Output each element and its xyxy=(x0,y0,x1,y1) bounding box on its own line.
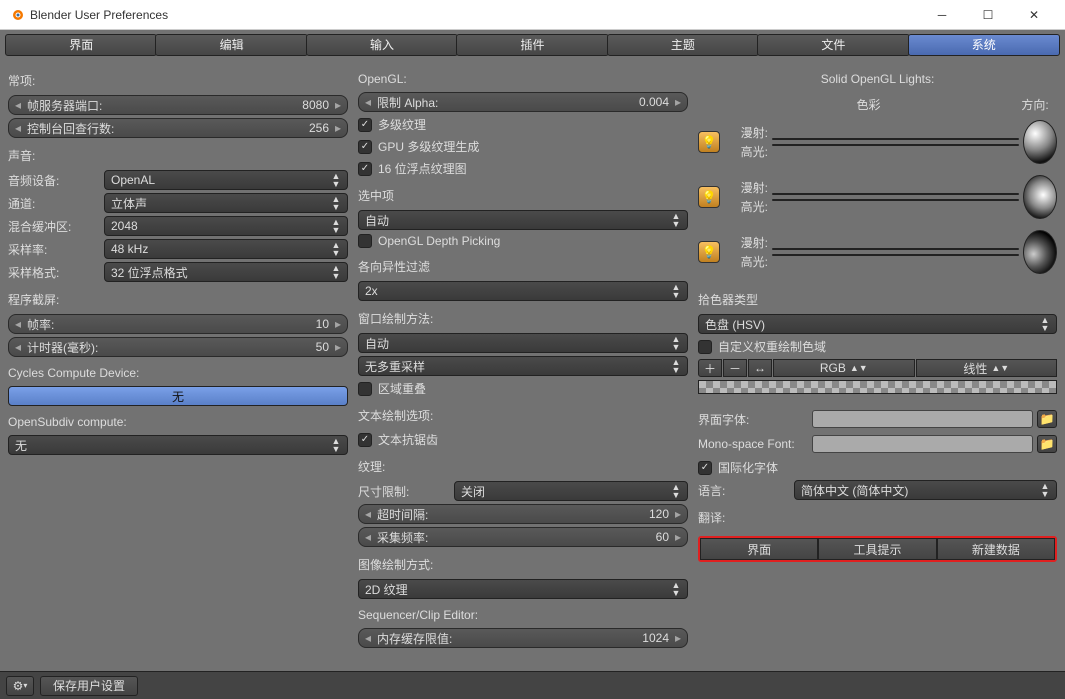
sample-format-dropdown[interactable]: 32 位浮点格式▲▼ xyxy=(104,262,348,282)
mipmaps-checkbox[interactable]: 多级纹理 xyxy=(358,115,688,134)
translate-heading: 翻译: xyxy=(698,503,1057,529)
light3-specular[interactable] xyxy=(772,254,1019,256)
remove-color-button[interactable]: － xyxy=(723,359,747,377)
cycles-device-button[interactable]: 无 xyxy=(8,386,348,406)
color-picker-heading: 拾色器类型 xyxy=(698,285,1057,311)
opensubdiv-heading: OpenSubdiv compute: xyxy=(8,409,348,432)
frame-server-port[interactable]: ◂帧服务器端口:8080▸ xyxy=(8,95,348,115)
lights-heading: Solid OpenGL Lights: xyxy=(698,66,1057,89)
colorspace-linear[interactable]: 线性 ▲▼ xyxy=(916,359,1058,377)
opensubdiv-dropdown[interactable]: 无▲▼ xyxy=(8,435,348,455)
minimize-button[interactable]: ─ xyxy=(919,0,965,30)
light2-diffuse[interactable] xyxy=(772,193,1019,195)
opengl-heading: OpenGL: xyxy=(358,66,688,89)
region-overlap-checkbox[interactable]: 区域重叠 xyxy=(358,379,688,398)
translate-newdata[interactable]: 新建数据 xyxy=(937,538,1055,560)
light-3: 💡 漫射:高光: xyxy=(698,230,1057,274)
tab-input[interactable]: 输入 xyxy=(306,34,458,56)
textures-heading: 纹理: xyxy=(358,452,688,478)
image-draw-heading: 图像绘制方式: xyxy=(358,550,688,576)
tab-interface[interactable]: 界面 xyxy=(5,34,157,56)
memory-cache-limit[interactable]: ◂内存缓存限值:1024▸ xyxy=(358,628,688,648)
sound-heading: 声音: xyxy=(8,141,348,167)
blender-icon xyxy=(8,7,24,23)
light-2: 💡 漫射:高光: xyxy=(698,175,1057,219)
window-titlebar: Blender User Preferences ─ ☐ ✕ xyxy=(0,0,1065,30)
selection-heading: 选中项 xyxy=(358,181,688,207)
language-dropdown[interactable]: 简体中文 (简体中文)▲▼ xyxy=(794,480,1057,500)
window-title: Blender User Preferences xyxy=(30,8,919,22)
screencast-heading: 程序截屏: xyxy=(8,285,348,311)
tab-system[interactable]: 系统 xyxy=(908,34,1060,56)
close-button[interactable]: ✕ xyxy=(1011,0,1057,30)
color-ramp[interactable] xyxy=(698,380,1057,394)
light1-specular[interactable] xyxy=(772,144,1019,146)
audio-device-dropdown[interactable]: OpenAL▲▼ xyxy=(104,170,348,190)
tab-editing[interactable]: 编辑 xyxy=(155,34,307,56)
size-limit-dropdown[interactable]: 关闭▲▼ xyxy=(454,481,688,501)
colorspace-rgb[interactable]: RGB ▲▼ xyxy=(773,359,915,377)
sample-rate-dropdown[interactable]: 48 kHz▲▼ xyxy=(104,239,348,259)
window-draw-dropdown[interactable]: 自动▲▼ xyxy=(358,333,688,353)
channels-dropdown[interactable]: 立体声▲▼ xyxy=(104,193,348,213)
ui-font-field[interactable] xyxy=(812,410,1033,428)
bottom-bar: ⚙▾ 保存用户设置 xyxy=(0,671,1065,699)
flip-color-button[interactable]: ↔ xyxy=(748,359,772,377)
light-1: 💡 漫射:高光: xyxy=(698,120,1057,164)
clip-alpha[interactable]: ◂限制 Alpha:0.004▸ xyxy=(358,92,688,112)
window-draw-heading: 窗口绘制方法: xyxy=(358,304,688,330)
light1-diffuse[interactable] xyxy=(772,138,1019,140)
prefs-tabs: 界面 编辑 输入 插件 主题 文件 系统 xyxy=(6,34,1059,56)
mono-font-field[interactable] xyxy=(812,435,1033,453)
light2-direction[interactable] xyxy=(1023,175,1057,219)
save-user-settings-button[interactable]: 保存用户设置 xyxy=(40,676,138,696)
tab-file[interactable]: 文件 xyxy=(757,34,909,56)
i18n-checkbox[interactable]: 国际化字体 xyxy=(698,458,1057,477)
light3-diffuse[interactable] xyxy=(772,248,1019,250)
light1-direction[interactable] xyxy=(1023,120,1057,164)
text-draw-heading: 文本绘制选项: xyxy=(358,401,688,427)
translate-interface[interactable]: 界面 xyxy=(700,538,818,560)
translate-buttons: 界面 工具提示 新建数据 xyxy=(698,536,1057,562)
light2-specular[interactable] xyxy=(772,199,1019,201)
screencast-timer[interactable]: ◂计时器(毫秒):50▸ xyxy=(8,337,348,357)
tab-addons[interactable]: 插件 xyxy=(456,34,608,56)
mixing-buffer-dropdown[interactable]: 2048▲▼ xyxy=(104,216,348,236)
color-picker-dropdown[interactable]: 色盘 (HSV)▲▼ xyxy=(698,314,1057,334)
light3-direction[interactable] xyxy=(1023,230,1057,274)
texture-timeout[interactable]: ◂超时间隔:120▸ xyxy=(358,504,688,524)
anisotropic-heading: 各向异性过滤 xyxy=(358,252,688,278)
custom-weight-checkbox[interactable]: 自定义权重绘制色域 xyxy=(698,337,1057,356)
mono-font-browse[interactable]: 📁 xyxy=(1037,435,1057,453)
general-heading: 常项: xyxy=(8,66,348,92)
cycles-heading: Cycles Compute Device: xyxy=(8,360,348,383)
text-antialias-checkbox[interactable]: 文本抗锯齿 xyxy=(358,430,688,449)
console-scrollback[interactable]: ◂控制台回查行数:256▸ xyxy=(8,118,348,138)
maximize-button[interactable]: ☐ xyxy=(965,0,1011,30)
lamp-icon[interactable]: 💡 xyxy=(698,186,720,208)
collection-rate[interactable]: ◂采集频率:60▸ xyxy=(358,527,688,547)
float16-checkbox[interactable]: 16 位浮点纹理图 xyxy=(358,159,688,178)
multisample-dropdown[interactable]: 无多重采样▲▼ xyxy=(358,356,688,376)
screencast-fps[interactable]: ◂帧率:10▸ xyxy=(8,314,348,334)
tab-themes[interactable]: 主题 xyxy=(607,34,759,56)
image-draw-dropdown[interactable]: 2D 纹理▲▼ xyxy=(358,579,688,599)
translate-tooltips[interactable]: 工具提示 xyxy=(818,538,936,560)
anisotropic-dropdown[interactable]: 2x▲▼ xyxy=(358,281,688,301)
ui-font-browse[interactable]: 📁 xyxy=(1037,410,1057,428)
depth-picking-checkbox[interactable]: OpenGL Depth Picking xyxy=(358,233,688,249)
lamp-icon[interactable]: 💡 xyxy=(698,241,720,263)
selection-dropdown[interactable]: 自动▲▼ xyxy=(358,210,688,230)
lamp-icon[interactable]: 💡 xyxy=(698,131,720,153)
sequencer-heading: Sequencer/Clip Editor: xyxy=(358,602,688,625)
add-color-button[interactable]: ＋ xyxy=(698,359,722,377)
editor-type-icon[interactable]: ⚙▾ xyxy=(6,676,34,696)
gpu-mipmap-checkbox[interactable]: GPU 多级纹理生成 xyxy=(358,137,688,156)
